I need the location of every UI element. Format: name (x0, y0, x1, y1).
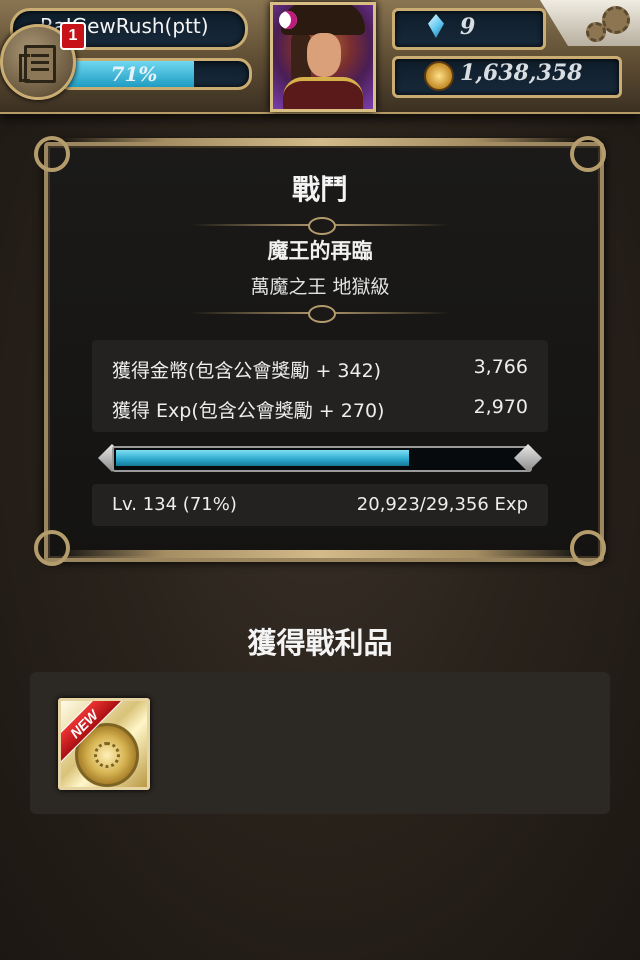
panel-top-ornament (60, 138, 580, 146)
gem-count: 9 (460, 14, 476, 40)
level-exp-fill (116, 450, 409, 466)
loot-title: 獲得戰利品 (247, 626, 393, 660)
coin-count: 1,638,358 (460, 60, 583, 86)
gear-icon (602, 6, 630, 34)
level-exp-bar (112, 446, 532, 472)
ornament-corner (570, 530, 606, 566)
level-text: Lv. 134 (71%) (112, 494, 237, 515)
divider (190, 305, 450, 323)
loot-item[interactable]: NEW (58, 698, 150, 790)
player-exp-percent: 71% (110, 62, 158, 86)
ornament-corner (34, 530, 70, 566)
stage-difficulty: 萬魔之王 地獄級 (250, 276, 390, 298)
player-exp-bar: 71% (56, 58, 252, 90)
stage-name: 魔王的再臨 (267, 239, 373, 263)
ornament-corner (34, 136, 70, 172)
exp-progress-text: 20,923/29,356 Exp (356, 494, 528, 515)
panel-bottom-ornament (60, 550, 580, 558)
document-icon (19, 45, 56, 83)
ornament-corner (570, 136, 606, 172)
crescent-moon-icon (279, 11, 297, 29)
panel-title: 戰鬥 (291, 173, 348, 206)
leader-avatar[interactable] (270, 2, 376, 112)
coin-reward-label: 獲得金幣(包含公會獎勵 + 342) (112, 360, 382, 382)
coin-reward-value: 3,766 (473, 356, 528, 378)
gold-coin-icon (424, 61, 454, 91)
divider (190, 217, 450, 235)
small-gear-icon (586, 22, 606, 42)
notification-badge: 1 (60, 22, 86, 50)
exp-reward-label: 獲得 Exp(包含公會獎勵 + 270) (112, 400, 385, 422)
exp-reward-value: 2,970 (473, 396, 528, 418)
